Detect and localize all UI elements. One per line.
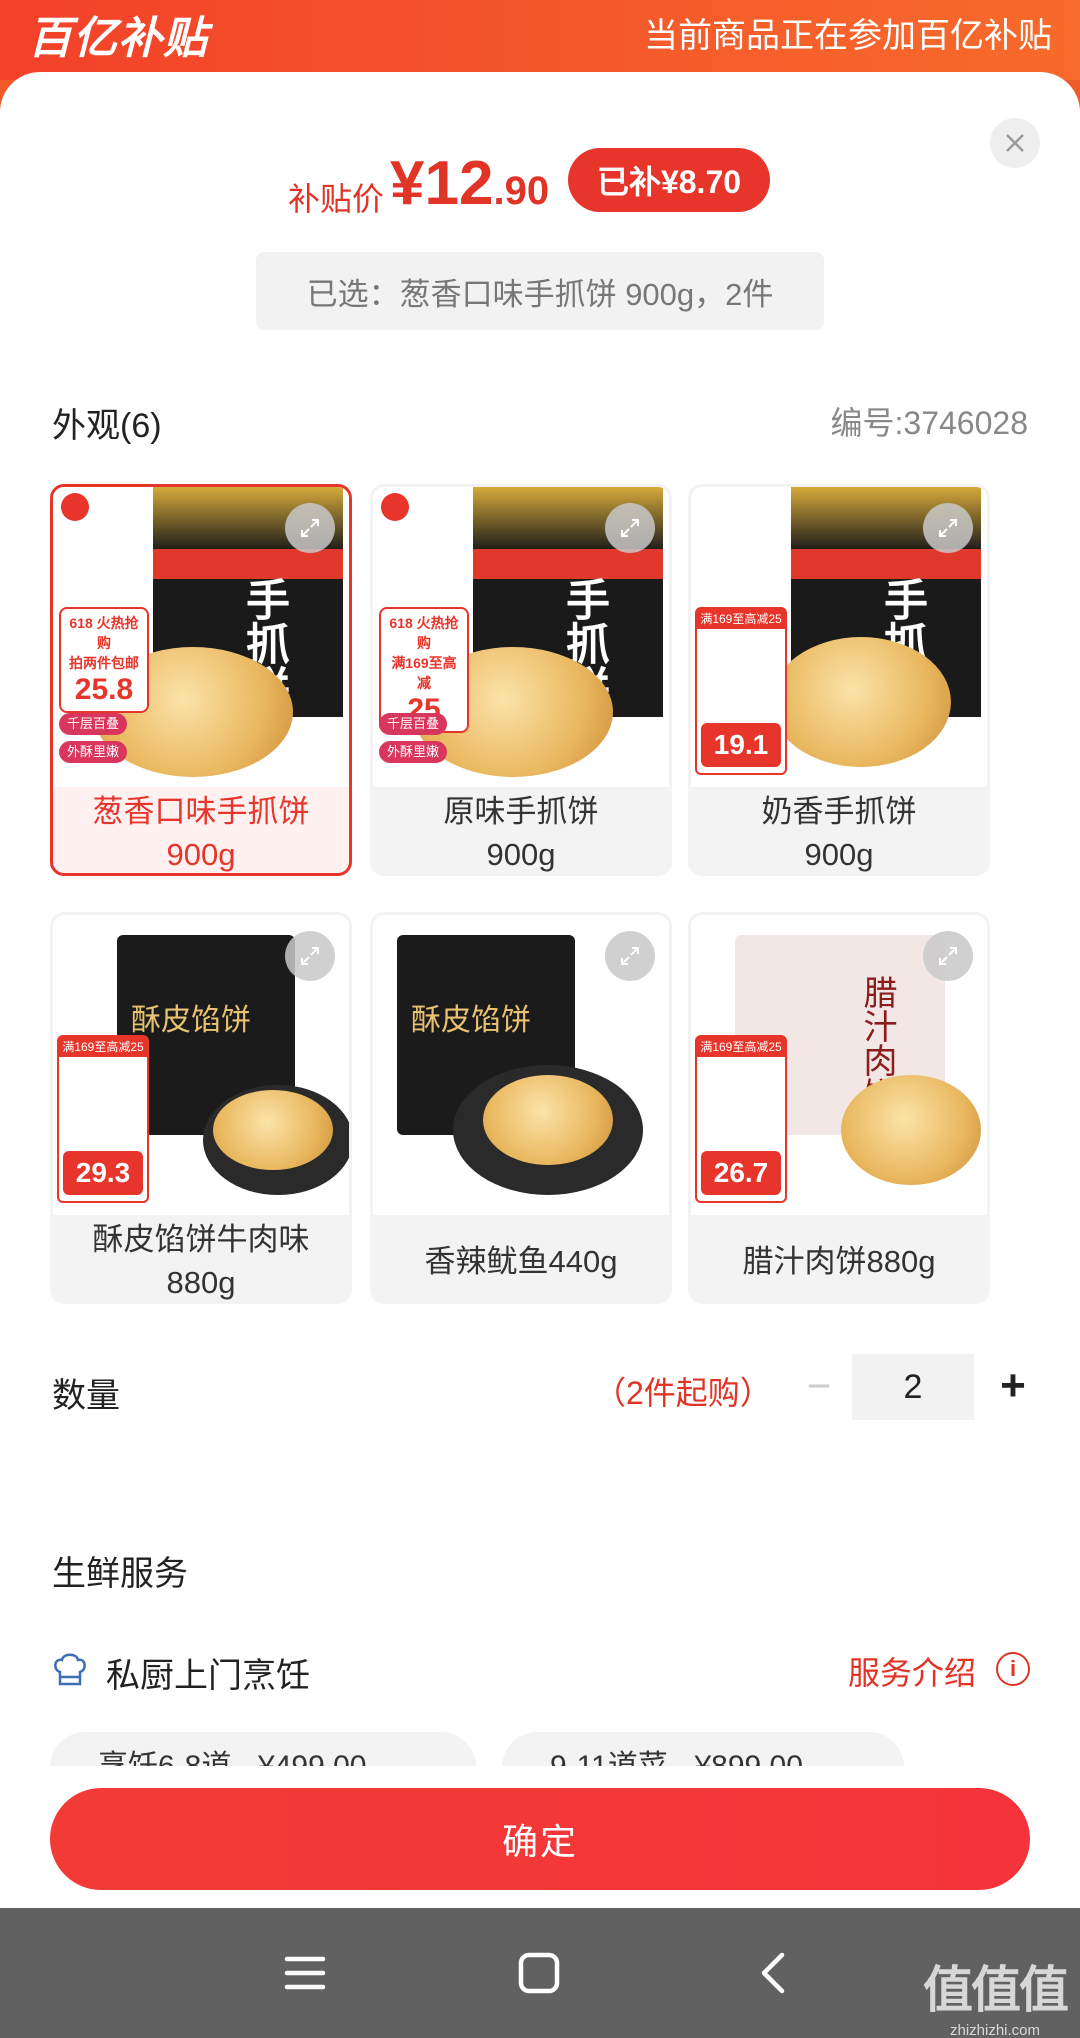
service-section-title: 生鲜服务 <box>52 1555 188 1593</box>
system-navigation-bar <box>0 1908 1080 2038</box>
menu-icon <box>284 1956 326 1990</box>
home-icon <box>518 1952 560 1994</box>
service-intro-link[interactable]: 服务介绍 <box>848 1648 976 1694</box>
quantity-input[interactable]: 2 <box>852 1354 974 1420</box>
variant-label: 香辣鱿鱼440g <box>424 1243 618 1279</box>
subsidy-amount-badge: 已补¥8.70 <box>568 148 770 212</box>
service-option[interactable]: 烹饪6-8道 · ¥499.00 <box>50 1732 476 1766</box>
variant-card[interactable]: 酥皮馅饼 香辣鱿鱼440g <box>370 912 672 1304</box>
price-currency: ¥ <box>390 149 425 218</box>
promo-badge: 618 火热抢购 拍两件包邮 25.8 <box>59 607 149 713</box>
expand-icon[interactable] <box>605 503 655 553</box>
expand-icon[interactable] <box>923 503 973 553</box>
appearance-title: 外观(6) <box>52 407 162 445</box>
service-row: 私厨上门烹饪 服务介绍 i <box>0 1640 1080 1700</box>
variant-label: 奶香手抓饼 900g <box>761 794 917 872</box>
expand-icon[interactable] <box>923 931 973 981</box>
promo-card: 满169至高减25 19.1 <box>695 607 787 775</box>
variant-card[interactable]: 酥皮馅饼 满169至高减25 29.3 酥皮馅饼牛肉味 880g <box>50 912 352 1304</box>
confirm-button[interactable]: 确定 <box>50 1788 1030 1890</box>
product-code: 编号:3746028 <box>830 405 1028 441</box>
variant-card[interactable]: 腊汁肉饼 满169至高减25 26.7 腊汁肉饼880g <box>688 912 990 1304</box>
quantity-increase-button[interactable]: + <box>990 1358 1036 1418</box>
promo-card: 满169至高减25 26.7 <box>695 1035 787 1203</box>
back-icon <box>761 1952 785 1994</box>
variant-card[interactable]: 手抓饼 618 火热抢购 拍两件包邮 25.8 千层百叠 外酥里嫩 葱香口味手抓… <box>50 484 352 876</box>
service-name: 私厨上门烹饪 <box>106 1657 310 1695</box>
variant-label: 原味手抓饼 900g <box>443 794 599 872</box>
info-icon[interactable]: i <box>996 1652 1030 1686</box>
service-option[interactable]: 9-11道菜 · ¥899.00 <box>502 1732 904 1766</box>
menu-button[interactable] <box>270 1938 340 2008</box>
quantity-row: 数量 （2件起购） − 2 + <box>0 1350 1080 1430</box>
price-label: 补贴价 <box>288 181 385 217</box>
chef-hat-icon <box>54 1653 86 1686</box>
minimum-purchase-note: （2件起购） <box>594 1375 772 1411</box>
quantity-decrease-button[interactable]: − <box>794 1358 844 1418</box>
expand-icon[interactable] <box>605 931 655 981</box>
variant-label: 葱香口味手抓饼 900g <box>92 794 310 872</box>
price-row: 补贴价 ¥12.90 已补¥8.70 <box>0 148 1080 228</box>
quantity-label: 数量 <box>52 1377 120 1415</box>
service-options: 烹饪6-8道 · ¥499.00 9-11道菜 · ¥899.00 <box>0 1730 1080 1766</box>
selected-summary: 已选：葱香口味手抓饼 900g，2件 <box>256 252 824 330</box>
variant-label: 腊汁肉饼880g <box>742 1243 936 1279</box>
variant-label: 酥皮馅饼牛肉味 880g <box>92 1222 310 1300</box>
expand-icon[interactable] <box>285 503 335 553</box>
promo-card: 满169至高减25 29.3 <box>57 1035 149 1203</box>
watermark: 值值值 zhizhizhi.com <box>923 1962 1069 2038</box>
expand-icon[interactable] <box>285 931 335 981</box>
subsidy-banner: 百亿补贴 当前商品正在参加百亿补贴 <box>0 0 1080 80</box>
banner-text: 当前商品正在参加百亿补贴 <box>644 17 1052 55</box>
price-integer: 12 <box>424 149 494 218</box>
brand-logo: 百亿补贴 <box>28 14 208 63</box>
price-value: ¥12.90 <box>390 148 549 219</box>
variant-card[interactable]: 手抓饼 满169至高减25 19.1 奶香手抓饼900g <box>688 484 990 876</box>
price-decimal: .90 <box>493 169 550 213</box>
back-button[interactable] <box>738 1938 808 2008</box>
home-button[interactable] <box>504 1938 574 2008</box>
variant-card[interactable]: 手抓饼 618 火热抢购 满169至高减 25 千层百叠 外酥里嫩 原味手抓饼 9… <box>370 484 672 876</box>
